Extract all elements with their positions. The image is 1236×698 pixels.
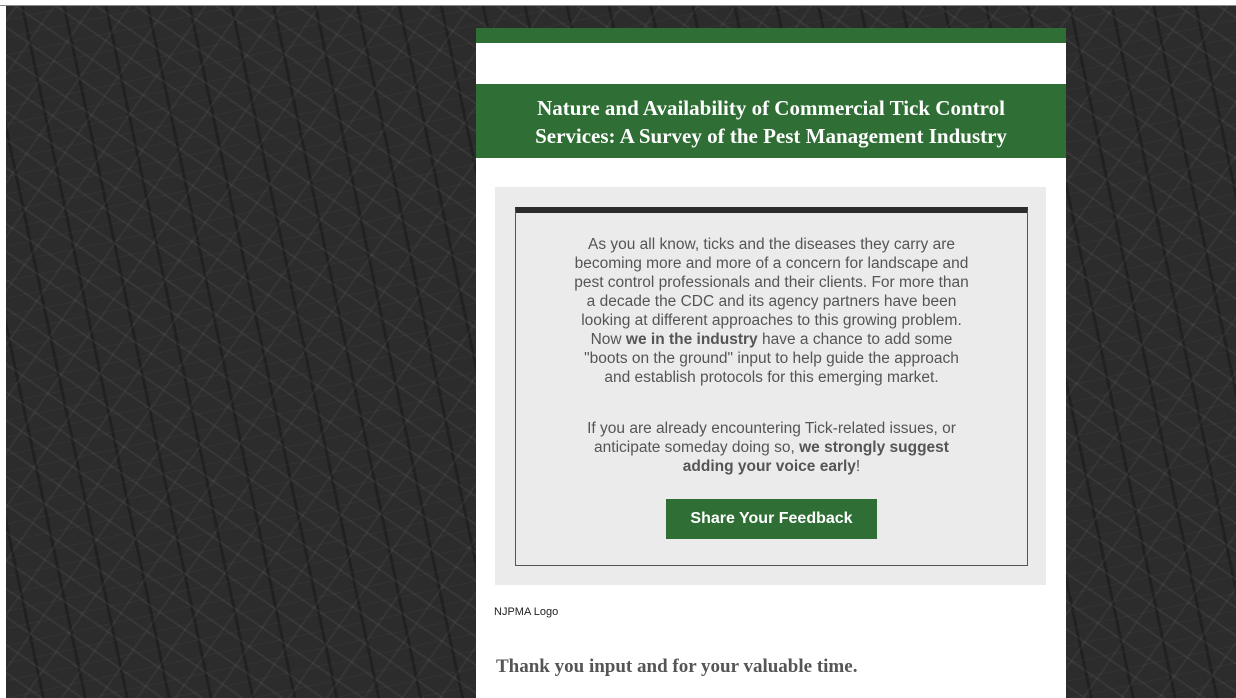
email-header: Nature and Availability of Commercial Ti… — [476, 84, 1066, 158]
email-container: Nature and Availability of Commercial Ti… — [476, 28, 1066, 698]
left-edge — [0, 6, 6, 698]
message-box: As you all know, ticks and the diseases … — [515, 207, 1028, 566]
intro-line: looking at different approaches to this … — [581, 312, 962, 329]
header-title-line1: Nature and Availability of Commercial Ti… — [537, 96, 1005, 120]
share-feedback-button[interactable]: Share Your Feedback — [666, 499, 877, 539]
suggestion-text: ! — [855, 458, 861, 475]
suggestion-line: If you are already encountering Tick-rel… — [587, 420, 956, 437]
thank-you-text: Thank you input and for your valuable ti… — [496, 656, 858, 677]
top-green-strip — [476, 28, 1066, 43]
intro-paragraph: As you all know, ticks and the diseases … — [516, 235, 1027, 387]
suggestion-line: anticipate someday doing so, we strongly… — [516, 438, 1027, 457]
message-panel: As you all know, ticks and the diseases … — [495, 187, 1046, 585]
suggestion-line: adding your voice early! — [516, 457, 1027, 476]
intro-line: and establish protocols for this emergin… — [604, 369, 939, 386]
suggestion-text: anticipate someday doing so, — [594, 439, 800, 456]
intro-line: "boots on the ground" input to help guid… — [584, 350, 959, 367]
intro-line: becoming more and more of a concern for … — [574, 255, 969, 272]
intro-line: a decade the CDC and its agency partners… — [586, 293, 957, 310]
intro-line: pest control professionals and their cli… — [574, 274, 969, 291]
njpma-logo[interactable]: NJPMA Logo — [494, 606, 558, 618]
intro-emphasis: we in the industry — [625, 331, 758, 348]
intro-line: As you all know, ticks and the diseases … — [587, 236, 955, 253]
suggestion-emphasis: we strongly suggest — [799, 439, 949, 456]
intro-line: Now we in the industry have a chance to … — [516, 330, 1027, 349]
suggestion-paragraph: If you are already encountering Tick-rel… — [516, 419, 1027, 476]
intro-text: Now — [590, 331, 626, 348]
header-title-line2: Services: A Survey of the Pest Managemen… — [535, 124, 1007, 148]
intro-text: have a chance to add some — [757, 331, 953, 348]
suggestion-emphasis: adding your voice early — [682, 458, 856, 475]
